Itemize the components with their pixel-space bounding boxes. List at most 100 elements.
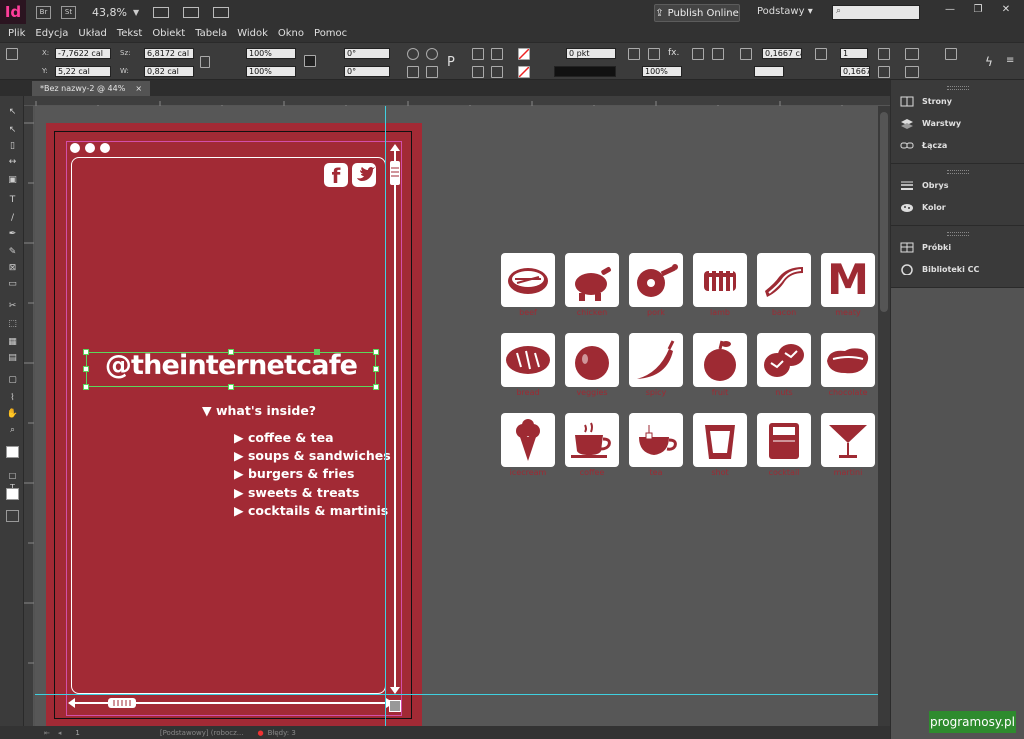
selection-handle[interactable] (228, 384, 234, 390)
direct-selection-tool-icon[interactable]: ↖ (6, 124, 19, 136)
select-next-icon[interactable] (491, 66, 503, 78)
formatting-affects-icon[interactable]: □ T (6, 470, 19, 492)
align-left-icon[interactable] (905, 48, 919, 60)
icecream-icon[interactable] (501, 413, 555, 467)
chocolate-icon[interactable] (821, 333, 875, 387)
page-tool-icon[interactable]: ▯ (6, 140, 19, 152)
prev-page-icon[interactable]: ◂ (58, 729, 62, 737)
drop-shadow-icon[interactable] (648, 48, 660, 60)
free-transform-tool-icon[interactable]: ⬚ (6, 318, 19, 330)
search-input[interactable]: ⌕ (832, 5, 920, 20)
ribs-icon[interactable] (693, 253, 747, 307)
zoom-level[interactable]: 43,8% (92, 6, 127, 19)
select-container-icon[interactable] (472, 48, 484, 60)
m-icon[interactable]: M (821, 253, 875, 307)
tomato-icon[interactable] (565, 333, 619, 387)
scissors-tool-icon[interactable]: ✂ (6, 300, 19, 312)
content-collector-icon[interactable]: ▣ (6, 174, 19, 186)
close-icon[interactable]: × (135, 84, 142, 93)
width-field[interactable]: 6,8172 cal (144, 48, 194, 59)
menu-tabela[interactable]: Tabela (195, 28, 227, 39)
columns-icon[interactable] (815, 48, 827, 60)
rotation-field[interactable]: 0° (344, 48, 390, 59)
panel-lacza[interactable]: Łącza (891, 134, 1024, 156)
tea-icon[interactable] (629, 413, 683, 467)
bacon-icon[interactable] (757, 253, 811, 307)
flip-horizontal-icon[interactable] (407, 66, 419, 78)
menu-widok[interactable]: Widok (237, 28, 268, 39)
align-stroke-icon[interactable] (628, 48, 640, 60)
pepper-icon[interactable] (629, 333, 683, 387)
panel-strony[interactable]: Strony (891, 90, 1024, 112)
publish-online-button[interactable]: ⇪ Publish Online (654, 4, 740, 22)
vertical-scrollbar[interactable] (878, 106, 890, 726)
shot-icon[interactable] (693, 413, 747, 467)
menu-uklad[interactable]: Układ (78, 28, 106, 39)
eyedropper-tool-icon[interactable]: ⌇ (6, 392, 19, 404)
gradient-feather-tool-icon[interactable]: ▤ (6, 352, 19, 364)
close-button[interactable]: ✕ (992, 2, 1020, 16)
hand-tool-icon[interactable]: ✋ (6, 408, 19, 420)
constrain-proportions-icon[interactable] (200, 56, 210, 68)
height-field[interactable]: 0,82 cal (144, 66, 194, 77)
coffee-icon[interactable] (565, 413, 619, 467)
view-options-icon[interactable] (153, 6, 170, 18)
auto-fit-icon[interactable] (740, 48, 752, 60)
stroke-swatch-icon[interactable] (518, 66, 530, 78)
scale-x-field[interactable]: 100% (246, 48, 296, 59)
nuts-icon[interactable] (757, 333, 811, 387)
martini-icon[interactable] (821, 413, 875, 467)
stroke-type-dropdown[interactable] (554, 66, 616, 77)
first-page-icon[interactable]: ⇤ (44, 729, 50, 737)
line-tool-icon[interactable]: / (6, 212, 19, 224)
panel-probki[interactable]: Próbki (891, 236, 1024, 258)
page-number[interactable]: 1 (75, 729, 79, 737)
gutter-field[interactable]: 0,1667 c (840, 66, 870, 77)
select-content-icon[interactable] (491, 48, 503, 60)
select-previous-icon[interactable] (472, 66, 484, 78)
gap-field[interactable]: 0,1667 cal (762, 48, 802, 59)
ham-icon[interactable] (629, 253, 683, 307)
arrange-documents-icon[interactable] (213, 6, 230, 18)
screen-mode-tool-icon[interactable] (6, 510, 19, 522)
reference-point-icon[interactable] (6, 48, 18, 60)
rotate-ccw-icon[interactable] (426, 48, 438, 60)
gap-tool-icon[interactable]: ↔ (6, 156, 19, 168)
flip-vertical-icon[interactable] (426, 66, 438, 78)
flyer-page[interactable]: f @theinternetcafe ▼ what's inside? ▶ co… (46, 123, 422, 726)
apply-none-icon[interactable] (6, 488, 19, 500)
align-center-icon[interactable] (905, 66, 919, 78)
menu-edycja[interactable]: Edycja (35, 28, 68, 39)
menu-obiekt[interactable]: Obiekt (152, 28, 185, 39)
selection-handle[interactable] (373, 384, 379, 390)
panel-obrys[interactable]: Obrys (891, 174, 1024, 196)
panel-biblioteki-cc[interactable]: Biblioteki CC (891, 258, 1024, 280)
panel-kolor[interactable]: Kolor (891, 196, 1024, 218)
panel-menu-icon[interactable]: ≡ (1006, 55, 1018, 67)
stock-button[interactable]: St (61, 5, 76, 19)
align-top-icon[interactable] (878, 48, 890, 60)
x-field[interactable]: -7,7622 cal (55, 48, 111, 59)
document-tab[interactable]: *Bez nazwy-2 @ 44% × (32, 81, 151, 96)
horizontal-guide[interactable] (35, 694, 878, 695)
minimize-button[interactable]: — (936, 2, 964, 16)
menu-plik[interactable]: Plik (8, 28, 25, 39)
vertical-guide[interactable] (385, 106, 386, 726)
bridge-button[interactable]: Br (36, 5, 51, 19)
align-bottom-icon[interactable] (878, 66, 890, 78)
selection-handle[interactable] (83, 384, 89, 390)
menu-pomoc[interactable]: Pomoc (314, 28, 347, 39)
scroll-thumb[interactable] (880, 112, 888, 312)
cocktail-icon[interactable] (757, 413, 811, 467)
shear-field[interactable]: 0° (344, 66, 390, 77)
transform-icon[interactable] (945, 48, 957, 60)
zoom-dropdown-icon[interactable]: ▼ (133, 8, 139, 17)
y-field[interactable]: 5,22 cal (55, 66, 111, 77)
menu-okno[interactable]: Okno (278, 28, 304, 39)
chicken-icon[interactable] (565, 253, 619, 307)
pasteboard[interactable]: f @theinternetcafe ▼ what's inside? ▶ co… (35, 106, 890, 726)
lightning-icon[interactable]: ϟ (985, 55, 997, 69)
zoom-tool-icon[interactable]: ⌕ (6, 424, 19, 436)
text-wrap-icon[interactable] (692, 48, 704, 60)
opacity-field[interactable]: 100% (642, 66, 682, 77)
